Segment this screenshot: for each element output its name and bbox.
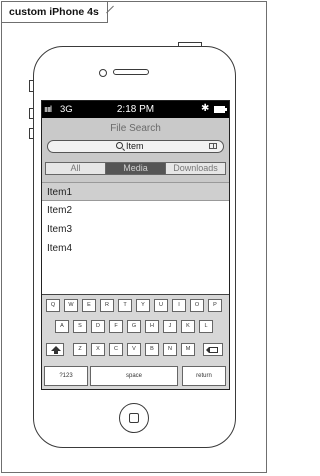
results-list: Item1 Item2 Item3 Item4 bbox=[42, 182, 229, 258]
list-item[interactable]: Item1 bbox=[42, 182, 229, 201]
segmented-control: All Media Downloads bbox=[45, 162, 226, 175]
battery-icon bbox=[214, 106, 227, 113]
return-key[interactable]: return bbox=[182, 366, 226, 386]
segment-all[interactable]: All bbox=[46, 163, 106, 174]
key-s[interactable]: S bbox=[73, 320, 87, 333]
shift-key[interactable] bbox=[46, 343, 64, 356]
phone-screen: ııııl 3G 2:18 PM ✱ File Search Item All … bbox=[41, 100, 230, 390]
key-y[interactable]: Y bbox=[136, 299, 150, 312]
search-input[interactable]: Item bbox=[47, 140, 224, 153]
shift-icon bbox=[51, 346, 61, 354]
key-e[interactable]: E bbox=[82, 299, 96, 312]
key-j[interactable]: J bbox=[163, 320, 177, 333]
page-title: File Search bbox=[110, 123, 161, 134]
key-b[interactable]: B bbox=[145, 343, 159, 356]
key-v[interactable]: V bbox=[127, 343, 141, 356]
key-g[interactable]: G bbox=[127, 320, 141, 333]
home-icon bbox=[129, 413, 139, 423]
key-n[interactable]: N bbox=[163, 343, 177, 356]
list-item[interactable]: Item3 bbox=[42, 220, 229, 239]
segment-downloads[interactable]: Downloads bbox=[166, 163, 225, 174]
key-o[interactable]: O bbox=[190, 299, 204, 312]
navigation-header: File Search Item All Media Downloads bbox=[42, 118, 229, 182]
search-icon bbox=[116, 142, 123, 149]
list-item[interactable]: Item2 bbox=[42, 201, 229, 220]
backspace-key[interactable] bbox=[203, 343, 223, 356]
key-c[interactable]: C bbox=[109, 343, 123, 356]
key-l[interactable]: L bbox=[199, 320, 213, 333]
camera-icon bbox=[99, 69, 107, 77]
key-f[interactable]: F bbox=[109, 320, 123, 333]
key-w[interactable]: W bbox=[64, 299, 78, 312]
frame-label: custom iPhone 4s bbox=[2, 2, 108, 23]
keyboard: Q W E R T Y U I O P A S D F G H J K L Z bbox=[42, 294, 229, 389]
key-i[interactable]: I bbox=[172, 299, 186, 312]
key-z[interactable]: Z bbox=[73, 343, 87, 356]
home-button[interactable] bbox=[119, 403, 149, 433]
key-q[interactable]: Q bbox=[46, 299, 60, 312]
search-value: Item bbox=[126, 141, 144, 151]
bluetooth-icon: ✱ bbox=[201, 103, 210, 114]
book-icon[interactable] bbox=[209, 143, 217, 149]
space-key[interactable]: space bbox=[90, 366, 178, 386]
key-k[interactable]: K bbox=[181, 320, 195, 333]
key-h[interactable]: H bbox=[145, 320, 159, 333]
key-m[interactable]: M bbox=[181, 343, 195, 356]
numbers-key[interactable]: ?123 bbox=[44, 366, 88, 386]
key-r[interactable]: R bbox=[100, 299, 114, 312]
key-u[interactable]: U bbox=[154, 299, 168, 312]
segment-media[interactable]: Media bbox=[106, 163, 166, 174]
backspace-icon bbox=[206, 347, 218, 353]
key-x[interactable]: X bbox=[91, 343, 105, 356]
key-d[interactable]: D bbox=[91, 320, 105, 333]
key-a[interactable]: A bbox=[55, 320, 69, 333]
earpiece bbox=[113, 69, 149, 75]
key-t[interactable]: T bbox=[118, 299, 132, 312]
status-bar: ııııl 3G 2:18 PM ✱ bbox=[42, 101, 229, 118]
list-item[interactable]: Item4 bbox=[42, 239, 229, 258]
key-p[interactable]: P bbox=[208, 299, 222, 312]
